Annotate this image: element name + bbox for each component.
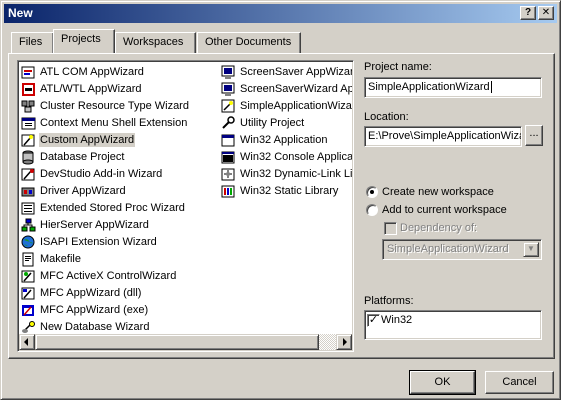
tab-files[interactable]: Files <box>11 32 54 53</box>
tab-projects-label: Projects <box>61 33 101 45</box>
tab-projects[interactable]: Projects <box>53 29 115 53</box>
ok-button[interactable]: OK <box>409 370 476 395</box>
tab-files-label: Files <box>19 36 43 48</box>
new-dialog: New ? ✕ Files Projects Workspaces Other … <box>0 0 561 400</box>
window-title: New <box>8 6 33 20</box>
help-button[interactable]: ? <box>520 6 536 20</box>
close-button[interactable]: ✕ <box>538 6 554 20</box>
cancel-button[interactable]: Cancel <box>485 371 554 394</box>
title-bar[interactable]: New ? ✕ <box>4 4 557 23</box>
tab-workspaces-label: Workspaces <box>123 36 184 48</box>
tab-other-documents-label: Other Documents <box>205 36 292 48</box>
projects-tab-panel <box>8 53 555 359</box>
tab-workspaces[interactable]: Workspaces <box>115 32 196 53</box>
tab-other-documents[interactable]: Other Documents <box>197 32 301 53</box>
